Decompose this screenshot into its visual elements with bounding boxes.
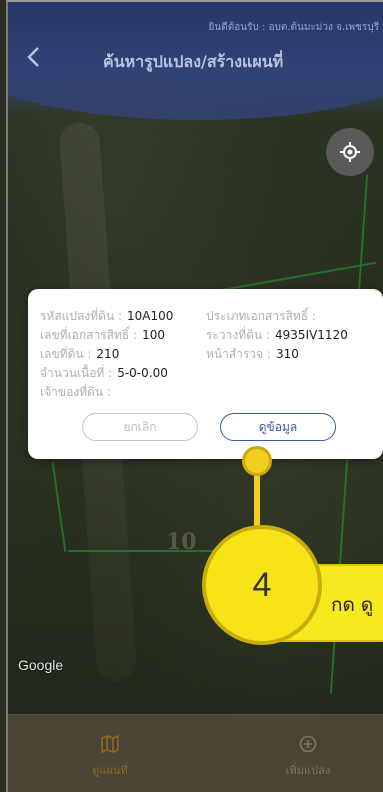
parcel-code-label: รหัสแปลงที่ดิน : — [40, 309, 123, 323]
land-number-row: เลขที่ดิน : 210 — [40, 345, 119, 364]
callout-text: กด ดู — [331, 594, 374, 616]
crosshair-icon — [340, 142, 360, 162]
callout-pointer-dot — [242, 446, 272, 476]
chevron-left-icon — [27, 47, 39, 67]
bottom-nav: ดูแผนที่ เพิ่มแปลง — [8, 714, 383, 792]
survey-page-label: หน้าสำรวจ : — [206, 347, 271, 361]
plus-circle-icon — [248, 735, 368, 757]
nav-add-label: เพิ่มแปลง — [285, 764, 331, 777]
parcel-info-dialog: รหัสแปลงที่ดิน : 10A100 ประเภทเอกสารสิทธิ… — [28, 289, 383, 459]
nav-map[interactable]: ดูแผนที่ — [50, 734, 170, 779]
page-title: ค้นหารูปแปลง/สร้างแผนที่ — [103, 52, 284, 71]
survey-sheet-row: ระวางที่ดิน : 4935IV1120 — [206, 326, 348, 345]
step-number: 4 — [252, 565, 272, 604]
doc-type-label: ประเภทเอกสารสิทธิ์ : — [206, 309, 316, 323]
owner-label: เจ้าของที่ดิน : — [40, 385, 111, 399]
cancel-button[interactable]: ยกเลิก — [82, 413, 198, 441]
parcel-code-value: 10A100 — [127, 309, 174, 323]
area-value: 5-0-0.00 — [117, 366, 168, 380]
survey-sheet-label: ระวางที่ดิน : — [206, 328, 270, 342]
locate-button[interactable] — [326, 128, 374, 176]
parcel-code-row: รหัสแปลงที่ดิน : 10A100 — [40, 307, 173, 326]
doc-type-row: ประเภทเอกสารสิทธิ์ : — [206, 307, 321, 326]
callout-pointer-line — [254, 472, 260, 532]
owner-row: เจ้าของที่ดิน : — [40, 383, 116, 402]
nav-map-label: ดูแผนที่ — [92, 764, 128, 777]
area-row: จำนวนเนื้อที่ : 5-0-0.00 — [40, 364, 168, 383]
view-info-button[interactable]: ดูข้อมูล — [220, 413, 336, 441]
header-subtitle: ยินดีต้อนรับ : อบต.ต้นมะม่วง จ.เพชรบุรี — [208, 22, 379, 33]
app-frame: 10 Google ยินดีต้อนรับ : อบต.ต้นมะม่วง จ… — [6, 0, 383, 792]
map-icon — [50, 734, 170, 757]
step-badge: 4 — [202, 525, 322, 645]
screen: 10 Google ยินดีต้อนรับ : อบต.ต้นมะม่วง จ… — [0, 0, 383, 792]
doc-number-value: 100 — [142, 328, 165, 342]
nav-add-parcel[interactable]: เพิ่มแปลง — [248, 735, 368, 779]
area-label: จำนวนเนื้อที่ : — [40, 366, 113, 380]
google-watermark: Google — [18, 657, 64, 673]
doc-number-row: เลขที่เอกสารสิทธิ์ : 100 — [40, 326, 165, 345]
survey-page-row: หน้าสำรวจ : 310 — [206, 345, 299, 364]
survey-sheet-value: 4935IV1120 — [275, 328, 348, 342]
land-number-value: 210 — [96, 347, 120, 361]
survey-page-value: 310 — [276, 347, 299, 361]
land-number-label: เลขที่ดิน : — [40, 347, 92, 361]
doc-number-label: เลขที่เอกสารสิทธิ์ : — [40, 328, 138, 342]
header: ยินดีต้อนรับ : อบต.ต้นมะม่วง จ.เพชรบุรี … — [8, 2, 383, 120]
back-button[interactable] — [26, 46, 50, 76]
